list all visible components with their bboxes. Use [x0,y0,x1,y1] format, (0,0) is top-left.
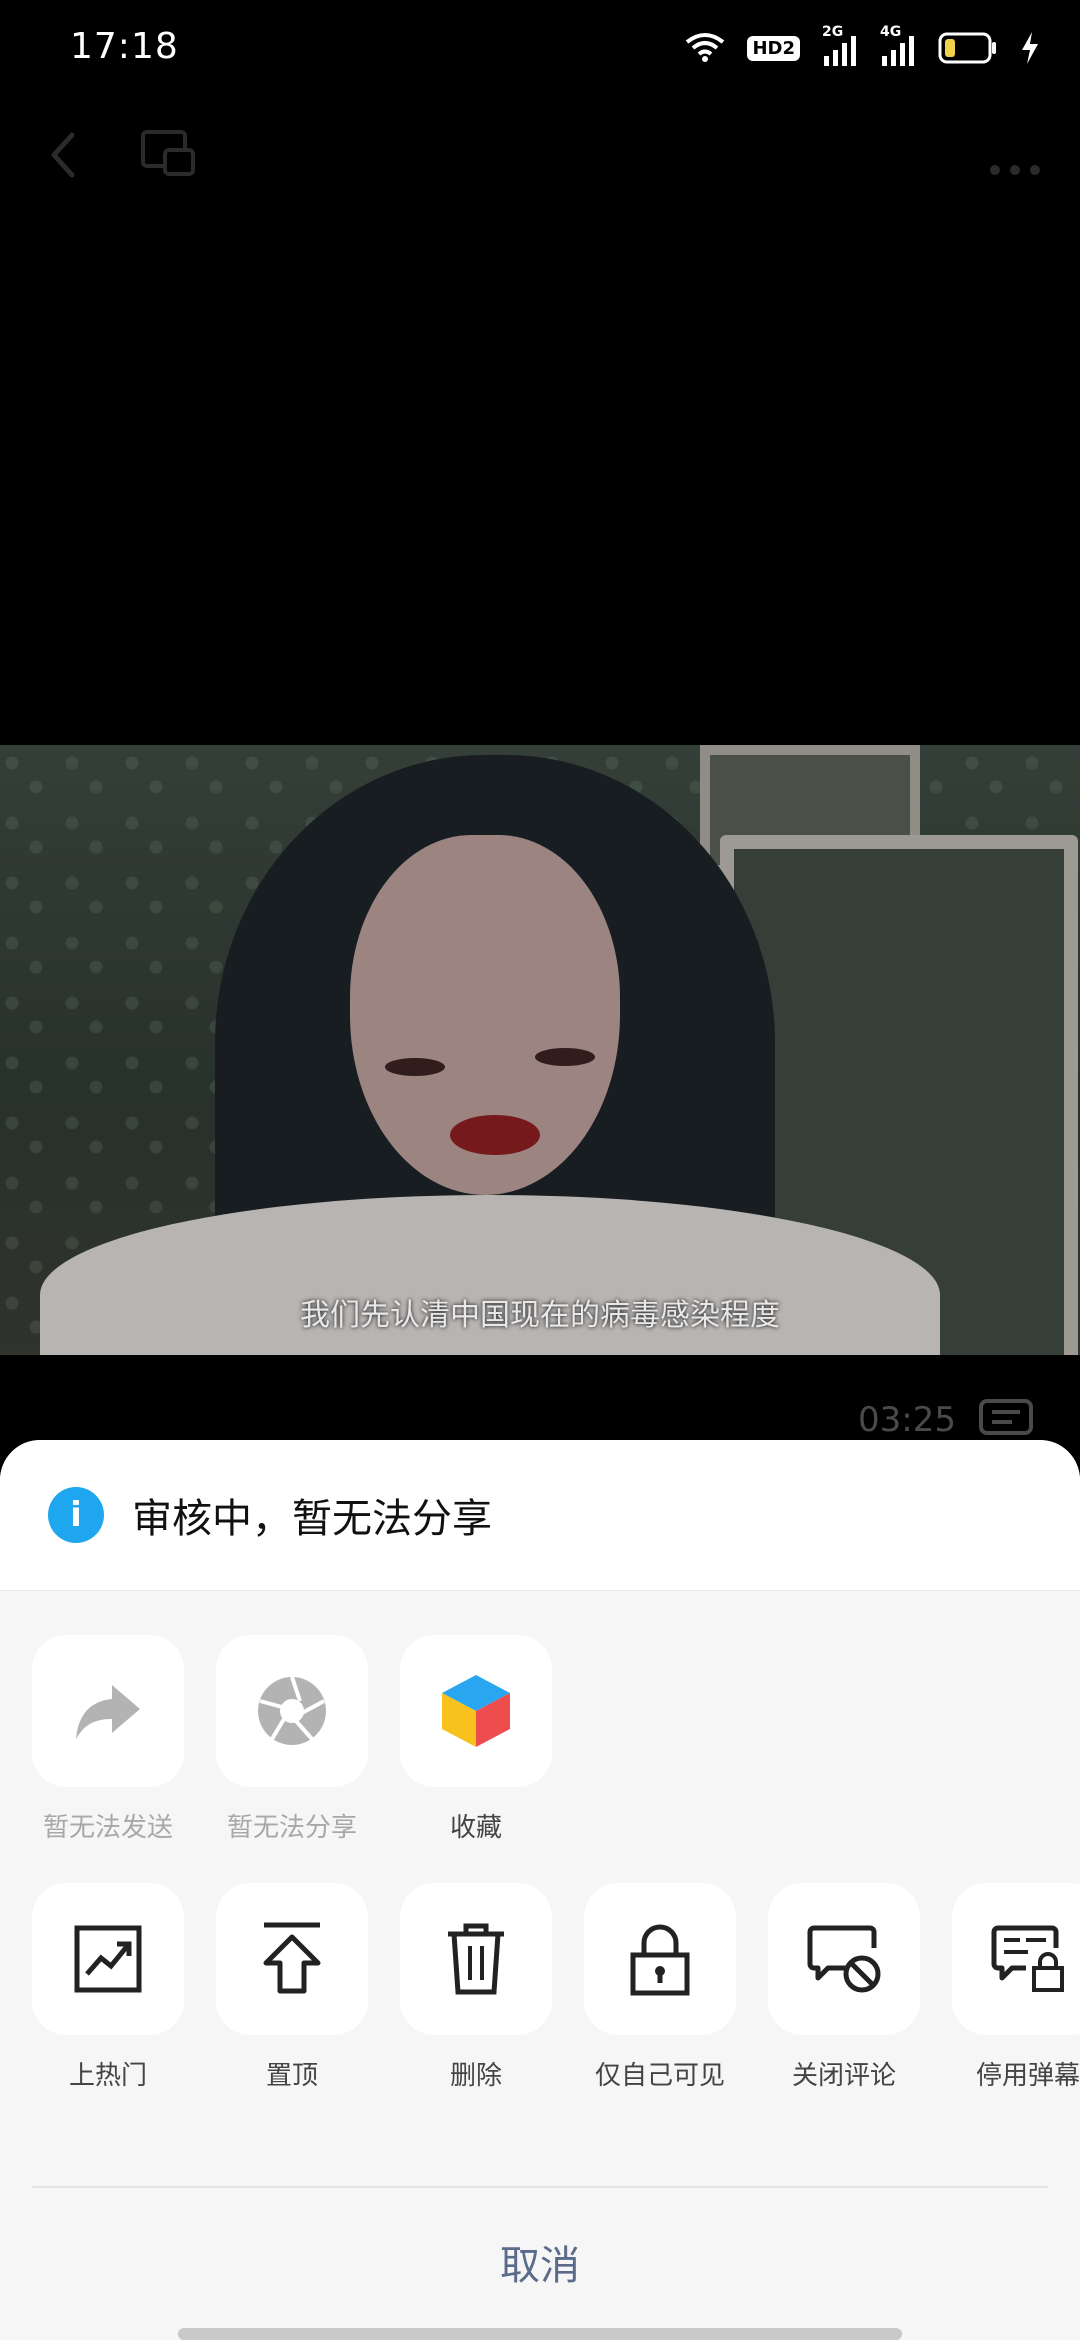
close-comments-button[interactable]: 关闭评论 [768,1883,920,2092]
aperture-icon [258,1676,326,1745]
item-label: 删除 [449,2061,502,2091]
top-nav [0,110,1080,200]
cancel-button[interactable]: 取消 [0,2226,1080,2306]
tile [32,1635,184,1787]
danmaku-lock-icon [991,1925,1064,1992]
send-unavailable-button[interactable]: 暂无法发送 [32,1635,184,1844]
video-subtitle: 我们先认清中国现在的病毒感染程度 [300,1298,780,1333]
disable-danmaku-button[interactable]: 停用弹幕 [952,1883,1080,2092]
item-label: 上热门 [68,2061,147,2091]
tile [768,1883,920,2035]
share-sheet: i 审核中，暂无法分享 暂无法发送 暂无法分享 收藏 上热门 置顶 删除 仅自己… [0,1440,1080,2340]
trash-icon [448,1923,504,1995]
video-frame[interactable] [0,745,1080,1355]
signal-2g-icon: 2G [822,24,858,68]
charging-icon [1022,32,1038,64]
delete-button[interactable]: 删除 [400,1883,552,2092]
sheet-title: 审核中，暂无法分享 [132,1496,492,1542]
battery-icon [938,32,996,64]
favorite-button[interactable]: 收藏 [400,1635,552,1844]
item-label: 置顶 [265,2061,318,2091]
tile [400,1635,552,1787]
danmaku-icon[interactable] [978,1398,1034,1442]
back-icon[interactable] [30,120,100,190]
share-row: 暂无法发送 暂无法分享 收藏 [32,1635,552,1844]
item-label: 暂无法分享 [226,1813,357,1843]
item-label: 仅自己可见 [594,2061,725,2091]
comment-off-icon [807,1925,881,1993]
item-label: 暂无法发送 [42,1813,173,1843]
sheet-header: i 审核中，暂无法分享 [0,1440,1080,1591]
tile [216,1883,368,2035]
video-dim [0,745,1080,1355]
more-icon[interactable] [980,120,1050,190]
item-label: 停用弹幕 [975,2061,1080,2091]
trending-icon [74,1925,142,1993]
tile [952,1883,1080,2035]
status-time: 17:18 [70,26,179,67]
private-button[interactable]: 仅自己可见 [584,1883,736,2092]
pin-top-icon [263,1922,321,1994]
status-icons: HD2 2G 4G [685,24,1040,68]
tile [216,1635,368,1787]
item-label: 收藏 [449,1813,502,1843]
status-bar: 17:18 HD2 2G 4G [0,0,1080,96]
item-label: 关闭评论 [791,2061,896,2091]
signal-4g-icon: 4G [880,24,916,68]
hd-badge: HD2 [747,35,800,61]
home-indicator [178,2328,902,2340]
tile [32,1883,184,2035]
tile [584,1883,736,2035]
tile [400,1883,552,2035]
share-unavailable-button[interactable]: 暂无法分享 [216,1635,368,1844]
pin-top-button[interactable]: 置顶 [216,1883,368,2092]
cube-icon [442,1675,510,1747]
action-row: 上热门 置顶 删除 仅自己可见 关闭评论 停用弹幕 [32,1883,1080,2092]
float-window-icon[interactable] [135,120,205,190]
promote-button[interactable]: 上热门 [32,1883,184,2092]
forward-icon [76,1685,140,1739]
video-duration: 03:25 [858,1400,956,1440]
lock-icon [630,1924,690,1996]
wifi-icon [686,33,725,62]
info-icon: i [48,1487,104,1543]
divider [32,2186,1048,2188]
